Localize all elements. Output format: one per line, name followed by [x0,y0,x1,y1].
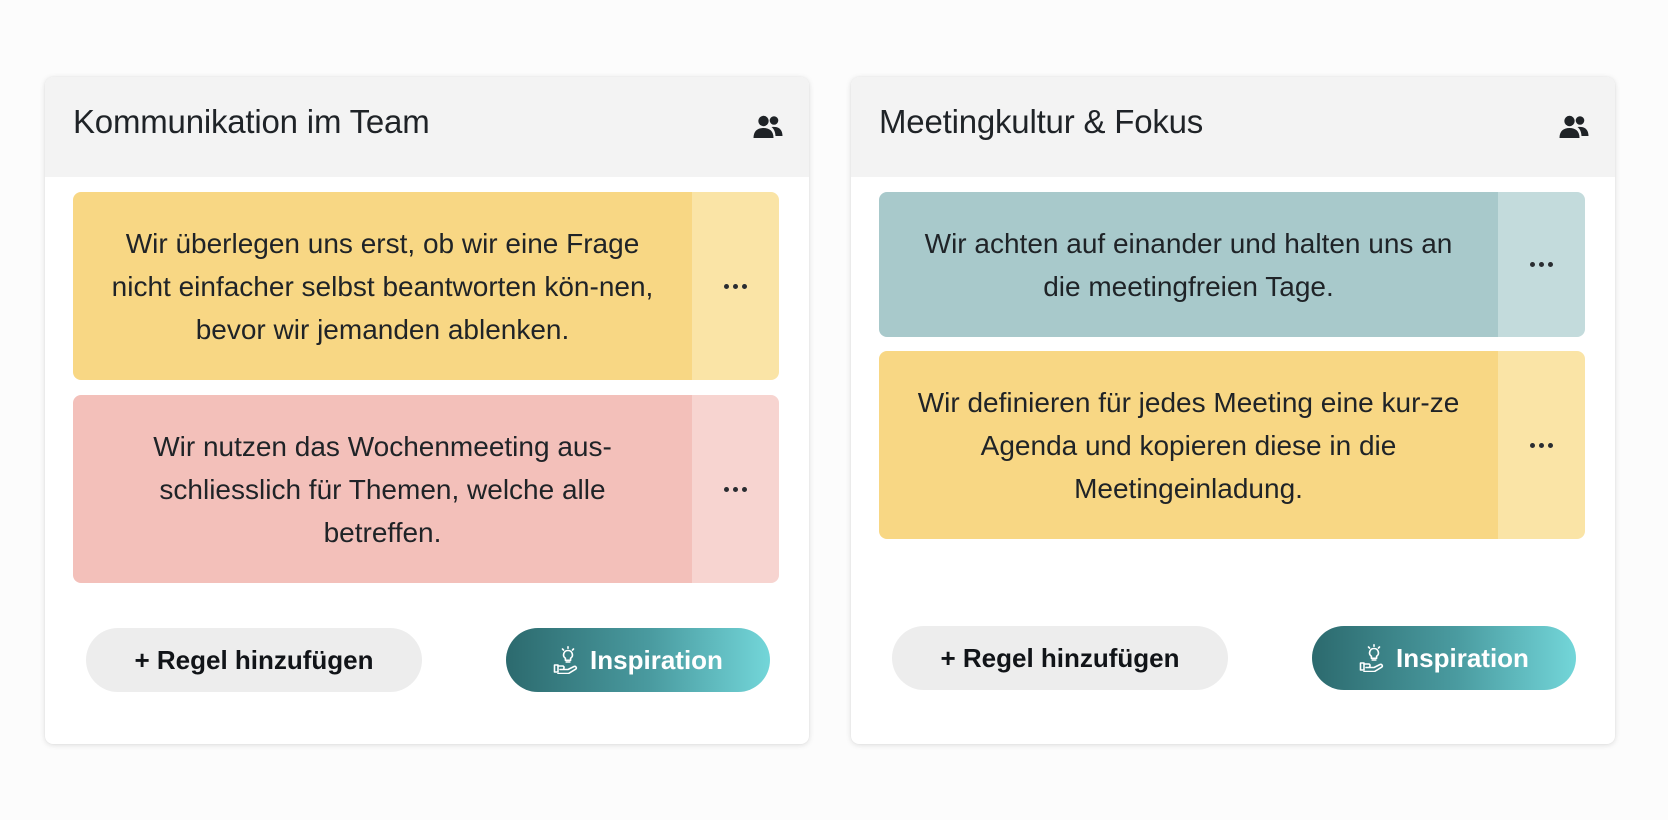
rule-item[interactable]: Wir definieren für jedes Meeting eine ku… [879,351,1585,539]
rule-item[interactable]: Wir achten auf einander und halten uns a… [879,192,1585,337]
rule-menu-button[interactable] [1498,351,1585,539]
card-title: Kommunikation im Team [73,103,430,140]
add-rule-label: + Regel hinzufügen [134,644,374,675]
more-dots-icon [1530,442,1553,448]
rule-item[interactable]: Wir nutzen das Wochenmeeting aus-schlies… [73,395,779,583]
inspiration-button[interactable]: Inspiration [1312,626,1576,690]
rule-text: Wir definieren für jedes Meeting eine ku… [879,351,1498,539]
rule-menu-button[interactable] [692,395,779,583]
more-dots-icon [724,283,747,289]
rule-menu-button[interactable] [1498,192,1585,337]
card-header: Meetingkultur & Fokus [851,77,1615,177]
card-header: Kommunikation im Team [45,77,809,177]
rule-card-kommunikation: Kommunikation im Team Wir überlegen uns … [45,77,809,744]
lightbulb-hand-icon [553,646,578,674]
rule-menu-button[interactable] [692,192,779,380]
lightbulb-hand-icon [1359,644,1384,672]
inspiration-label: Inspiration [1396,642,1529,673]
card-title: Meetingkultur & Fokus [879,103,1204,140]
rule-text: Wir überlegen uns erst, ob wir eine Frag… [73,192,692,380]
rule-item[interactable]: Wir überlegen uns erst, ob wir eine Frag… [73,192,779,380]
rule-text: Wir achten auf einander und halten uns a… [879,192,1498,337]
rules-board: Kommunikation im Team Wir überlegen uns … [0,0,1668,820]
team-icon[interactable] [753,114,783,140]
rule-text: Wir nutzen das Wochenmeeting aus-schlies… [73,395,692,583]
inspiration-button[interactable]: Inspiration [506,628,770,692]
more-dots-icon [1530,262,1553,267]
team-icon[interactable] [1559,114,1589,140]
add-rule-label: + Regel hinzufügen [940,642,1180,673]
rule-card-meetingkultur: Meetingkultur & Fokus Wir achten auf ein… [851,77,1615,744]
more-dots-icon [724,486,747,492]
add-rule-button[interactable]: + Regel hinzufügen [86,628,422,692]
inspiration-label: Inspiration [590,644,723,675]
add-rule-button[interactable]: + Regel hinzufügen [892,626,1228,690]
